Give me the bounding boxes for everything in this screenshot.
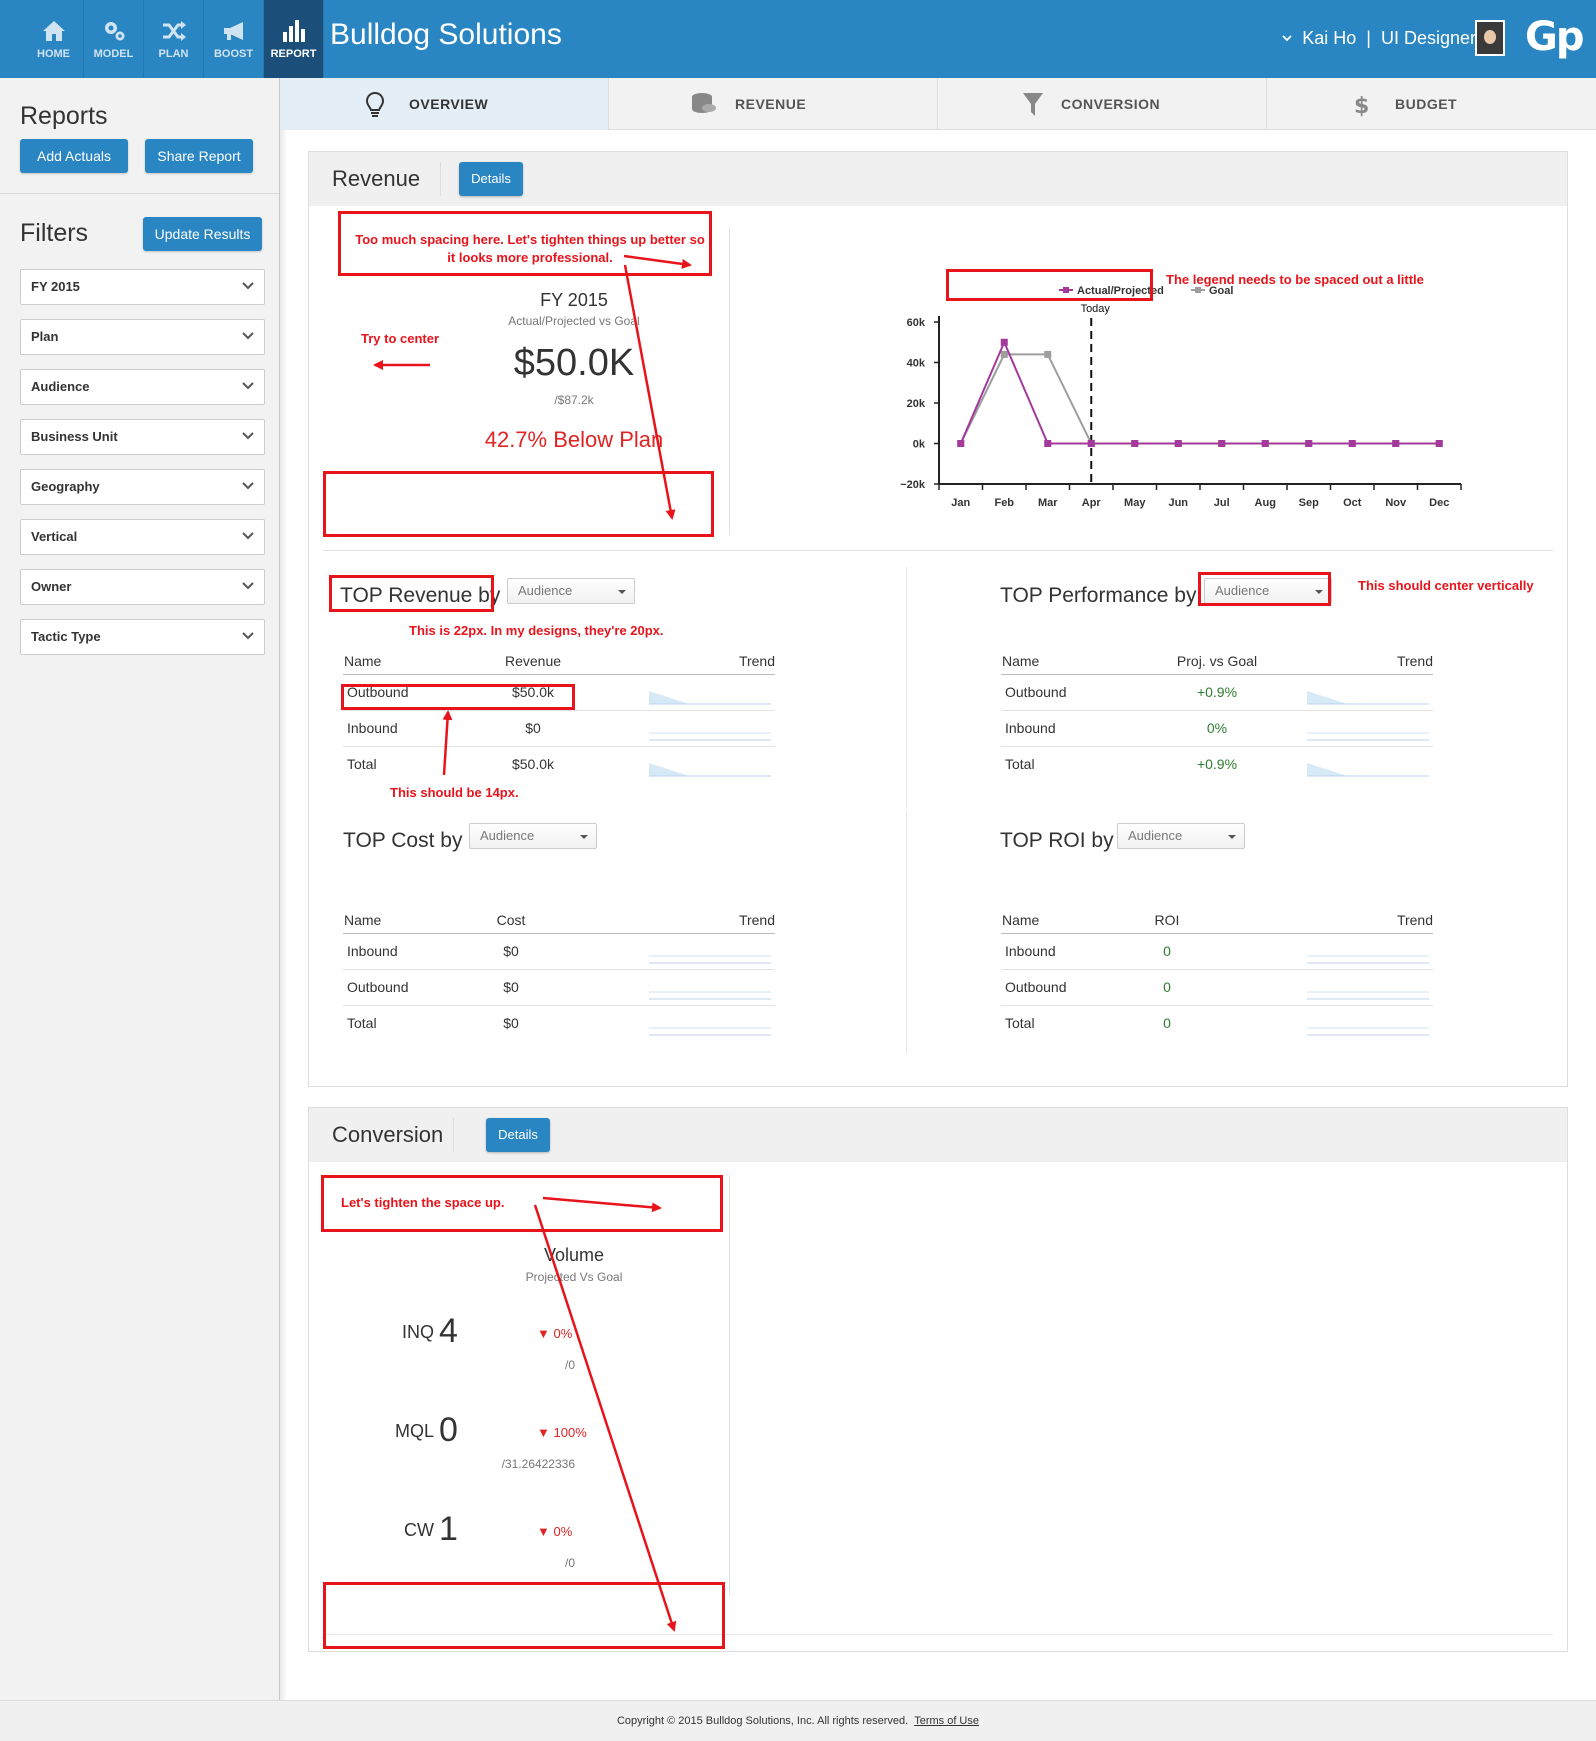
annotation-arrow: [623, 264, 676, 520]
annotation-arrow: [442, 710, 453, 776]
annotation-arrow: [623, 254, 692, 269]
annotation-arrow: [542, 1196, 662, 1213]
copyright-text: Copyright © 2015 Bulldog Solutions, Inc.…: [616, 1715, 909, 1727]
annotation-arrows: [373, 254, 692, 1632]
annotation-arrow: [533, 1204, 677, 1632]
terms-of-use-link[interactable]: Terms of Use: [914, 1715, 979, 1727]
footer: Copyright © 2015 Bulldog Solutions, Inc.…: [0, 1700, 1596, 1741]
